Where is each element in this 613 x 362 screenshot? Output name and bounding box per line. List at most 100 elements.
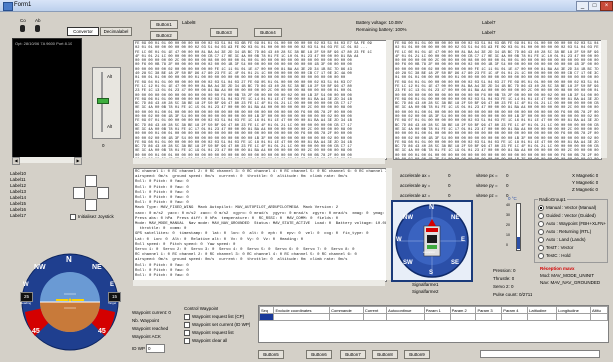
convertor-button[interactable]: Convertor bbox=[67, 27, 99, 36]
control-item-2-label: Waypoint request list bbox=[192, 330, 234, 336]
table-cell[interactable] bbox=[386, 313, 425, 321]
servo-readout: Servo 2: 0 bbox=[493, 284, 514, 289]
compass-sw: SW bbox=[403, 260, 413, 266]
app-icon bbox=[3, 2, 13, 11]
table-cell[interactable] bbox=[423, 313, 451, 321]
control-item-3-label: Waypoint clear all bbox=[192, 338, 228, 344]
dpad-up-button[interactable] bbox=[85, 175, 97, 187]
log-hscroll[interactable] bbox=[133, 280, 385, 286]
table-cell[interactable] bbox=[527, 313, 558, 321]
table-cell[interactable] bbox=[273, 313, 331, 321]
radio-option[interactable]: TestC : Hold bbox=[538, 253, 606, 261]
control-item-0[interactable]: Waypoint request list (CP) bbox=[184, 314, 244, 320]
compass-nw: NW bbox=[403, 215, 413, 221]
button2[interactable]: Button2 bbox=[150, 31, 178, 40]
hex-left-panel[interactable]: FE 09 00 01 01 00 00 00 00 00 00 02 03 5… bbox=[133, 40, 387, 160]
table-cell[interactable] bbox=[329, 313, 364, 321]
button4[interactable]: Button4 bbox=[254, 28, 282, 37]
button3[interactable]: Button3 bbox=[210, 28, 238, 37]
slider-thumb[interactable] bbox=[97, 98, 109, 104]
button1[interactable]: Button1 bbox=[150, 20, 178, 29]
horizon-left-45: 45 bbox=[32, 328, 40, 335]
hex-right-panel[interactable]: FE 09 00 01 01 00 00 00 00 00 00 02 03 5… bbox=[393, 40, 602, 160]
scroll-left-icon[interactable]: ◀ bbox=[12, 157, 20, 165]
radio-option[interactable]: Auto : Waypoint (FBH+XLFN+G) bbox=[538, 221, 606, 229]
signal-label-2: Signalfarme2 bbox=[412, 289, 439, 294]
waypoint-table[interactable]: Seq Exclude coordinates Commande Current Aut… bbox=[259, 306, 608, 321]
radio-icon bbox=[538, 229, 544, 235]
radio-option[interactable]: TestT : Vector bbox=[538, 245, 606, 253]
altitude-slider[interactable]: Alt Alt bbox=[92, 67, 121, 139]
video-hscroll[interactable]: ◀ ▶ bbox=[12, 157, 82, 165]
label8: Label8 bbox=[182, 20, 196, 25]
table-cell[interactable] bbox=[501, 313, 529, 321]
table-column-header[interactable]: Exclude coordinates bbox=[273, 306, 331, 314]
dpad-down-button[interactable] bbox=[85, 199, 97, 211]
hex-left-hscroll[interactable] bbox=[133, 158, 385, 164]
horizon-right-45: 45 bbox=[98, 328, 106, 335]
hex-left-vscroll[interactable] bbox=[386, 40, 392, 158]
table-cell[interactable] bbox=[556, 313, 591, 321]
log-panel[interactable]: RC channel 1: 0 RC channel 2: 0 RC chann… bbox=[133, 168, 387, 282]
radio-group-title: RadioGroup1 bbox=[538, 197, 567, 202]
table-column-header[interactable]: Autocontinue bbox=[386, 306, 425, 314]
close-button[interactable]: × bbox=[600, 1, 613, 11]
thermo-tick-30: 30 bbox=[506, 213, 510, 217]
init-joystick-label: Initialisez Joystick bbox=[78, 214, 114, 220]
radio-option[interactable]: Manual : Vector (Manual) bbox=[538, 205, 606, 213]
waypoint-table-frame: Seq Exclude coordinates Commande Current Aut… bbox=[258, 305, 609, 343]
table-cell[interactable] bbox=[589, 313, 608, 321]
reception-nav: Nav: MAV_NAV_GROUNDED bbox=[540, 280, 601, 285]
horizon-e: E bbox=[110, 282, 115, 288]
decimal-button[interactable]: Decimalabel bbox=[100, 27, 132, 36]
table-column-header[interactable]: Param 4 bbox=[501, 306, 529, 314]
control-item-2[interactable]: Waypoint request list bbox=[184, 330, 234, 336]
horizon-ne: NE bbox=[92, 264, 102, 271]
port-status: Opt: 28/10/06 7A 9600 Port 8.10 bbox=[15, 41, 73, 46]
radio-option[interactable]: Guided : Vector (Guided) bbox=[538, 213, 606, 221]
table-row[interactable] bbox=[259, 313, 608, 321]
toggle-switch-2[interactable] bbox=[35, 25, 40, 32]
button6[interactable]: Button6 bbox=[306, 350, 332, 359]
hex-right-vscroll[interactable] bbox=[601, 40, 607, 158]
table-header-row: Seq Exclude coordinates Commande Current Aut… bbox=[259, 306, 608, 314]
table-column-header[interactable]: Param 2 bbox=[449, 306, 477, 314]
button9[interactable]: Button9 bbox=[404, 350, 430, 359]
compass-ne: NE bbox=[451, 215, 460, 221]
text-line: 00 00 00 01 00 01 00 00 00 00 00 00 00 0… bbox=[395, 132, 602, 137]
table-column-header[interactable]: Current bbox=[362, 306, 388, 314]
init-joystick-checkbox[interactable]: Initialisez Joystick bbox=[70, 214, 114, 220]
thermo-tick-10: 10 bbox=[506, 233, 510, 237]
table-column-header[interactable]: Longitudine bbox=[556, 306, 591, 314]
waypoint-id-input[interactable]: 0 bbox=[146, 344, 165, 353]
thermo-tick-40: 40 bbox=[506, 203, 510, 207]
dpad-right-button[interactable] bbox=[97, 187, 109, 199]
table-column-header[interactable]: Seq bbox=[259, 306, 275, 314]
control-item-1[interactable]: Waypoint set current (ID WP) bbox=[184, 322, 250, 328]
radio-option[interactable]: Auto : Land (Lands) bbox=[538, 237, 606, 245]
button8[interactable]: Button8 bbox=[372, 350, 398, 359]
button7[interactable]: Button7 bbox=[340, 350, 366, 359]
toggle-switch-1[interactable] bbox=[20, 25, 25, 32]
waypoint-current: Waypoint current: 0 bbox=[132, 310, 171, 315]
scroll-right-icon[interactable]: ▶ bbox=[74, 157, 82, 165]
accel-ay-label: accelerale ay = bbox=[400, 183, 431, 188]
radio-option[interactable]: Auto : Returning (RTL) bbox=[538, 229, 606, 237]
table-cell[interactable] bbox=[362, 313, 388, 321]
control-item-0-label: Waypoint request list (CP) bbox=[192, 314, 245, 320]
table-column-header[interactable]: Param 3 bbox=[475, 306, 503, 314]
table-cell[interactable] bbox=[449, 313, 477, 321]
table-cell-selected[interactable] bbox=[259, 313, 275, 321]
button5[interactable]: Button5 bbox=[258, 350, 284, 359]
table-column-header[interactable]: Latitudine bbox=[527, 306, 558, 314]
control-item-3[interactable]: Waypoint clear all bbox=[184, 338, 227, 344]
dpad-left-button[interactable] bbox=[73, 187, 85, 199]
table-column-header[interactable]: Commande bbox=[329, 306, 364, 314]
table-column-header[interactable]: Altitu bbox=[589, 306, 608, 314]
video-panel: Opt: 28/10/06 7A 9600 Port 8.10 bbox=[12, 38, 82, 158]
toggle-right-label: Ab bbox=[35, 18, 41, 23]
label7-top: Label7 bbox=[482, 20, 496, 25]
table-column-header[interactable]: Param 1 bbox=[423, 306, 451, 314]
table-cell[interactable] bbox=[475, 313, 503, 321]
reception-title: Réception mavx bbox=[540, 266, 575, 271]
